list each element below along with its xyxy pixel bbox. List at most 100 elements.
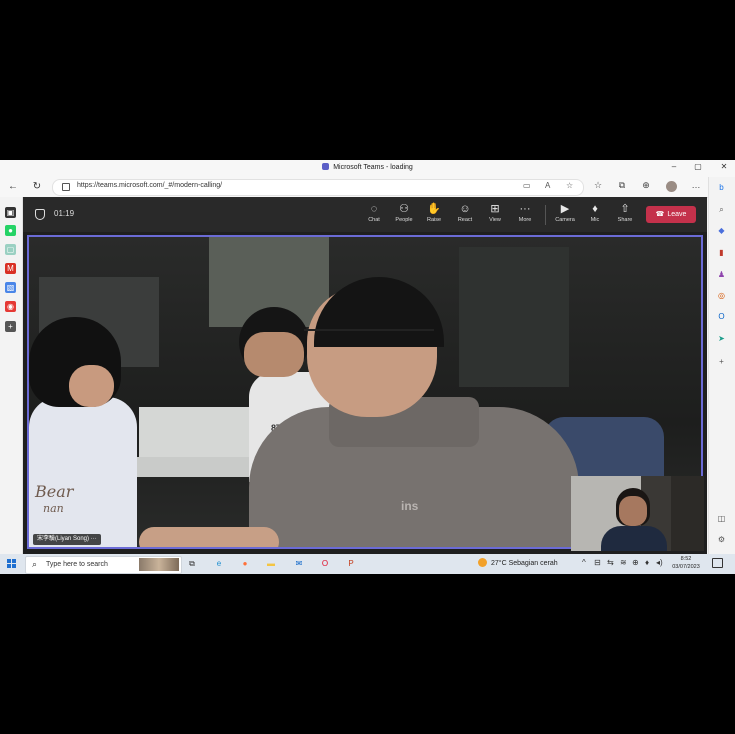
chat-button[interactable]: ◌ Chat — [360, 203, 388, 223]
phone-hangup-icon: ☎ — [655, 211, 665, 218]
lock-icon — [62, 183, 70, 191]
volume-icon[interactable]: ◂) — [656, 558, 663, 567]
network-icon[interactable]: ≋ — [620, 558, 627, 567]
view-label: View — [489, 217, 501, 223]
profile-avatar[interactable] — [666, 181, 677, 192]
url-text: https://teams.microsoft.com/_#/modern-ca… — [77, 182, 223, 189]
restore-button[interactable]: ▢ — [691, 162, 705, 171]
more-options-icon[interactable]: … — [689, 180, 703, 190]
settings-icon[interactable]: ⚙ — [716, 534, 727, 545]
mic-button[interactable]: ♦ Mic — [581, 203, 609, 223]
show-hidden-icons[interactable]: ^ — [582, 558, 586, 567]
participant-name-tag[interactable]: 宋李驗(Liyan Song) ··· — [33, 534, 101, 545]
close-button[interactable]: ✕ — [717, 162, 731, 171]
opera-icon[interactable]: O — [319, 558, 331, 570]
participant-more-icon[interactable]: ··· — [91, 536, 97, 542]
notification-icon[interactable] — [712, 558, 723, 568]
share-button[interactable]: ⇧ Share — [611, 203, 639, 223]
windows-start-icon[interactable] — [7, 559, 16, 568]
tabs-icon[interactable]: ▣ — [5, 207, 16, 218]
gmail-icon[interactable]: M — [5, 263, 16, 274]
windows-taskbar: ⌕ Type here to search ⧉ e ● ▬ ✉ O P 27°C… — [0, 554, 735, 574]
clock-date: 03/07/2023 — [672, 564, 700, 570]
translate-icon[interactable]: ▧ — [5, 282, 16, 293]
collections-icon[interactable]: ⧉ — [615, 180, 629, 191]
people-icon: ⚇ — [399, 203, 409, 215]
whatsapp-icon[interactable]: ● — [5, 225, 16, 236]
leave-button[interactable]: ☎ Leave — [646, 206, 696, 223]
microphone-tray-icon[interactable]: ♦ — [645, 558, 649, 567]
camera-button[interactable]: ▶ Camera — [551, 203, 579, 223]
search-highlight-image — [139, 558, 179, 571]
view-button[interactable]: ⊞ View — [481, 203, 509, 223]
camera-indicator-icon[interactable]: ▭ — [523, 181, 531, 190]
window-title-text: Microsoft Teams - loading — [333, 164, 413, 171]
office-icon[interactable]: ◎ — [716, 290, 727, 301]
bing-icon[interactable]: b — [716, 182, 727, 193]
video-shirt-print-2: nan — [43, 502, 64, 515]
teams-logo-icon — [322, 163, 330, 170]
call-controls-bar: 01:19 ◌ Chat ⚇ People ✋ Raise ☺ React ⊞ … — [23, 197, 707, 232]
games-icon[interactable]: ♟ — [716, 269, 727, 280]
people-button[interactable]: ⚇ People — [390, 203, 418, 223]
split-screen-icon[interactable]: ◫ — [716, 513, 727, 524]
clock-time: 8:52 — [680, 556, 692, 562]
raise-label: Raise — [426, 217, 442, 223]
more-button[interactable]: ··· More — [511, 203, 539, 223]
browser-titlebar: Microsoft Teams - loading – ▢ ✕ — [0, 160, 735, 177]
read-aloud-icon[interactable]: A — [545, 181, 550, 190]
screen: Microsoft Teams - loading – ▢ ✕ ← ↻ http… — [0, 160, 735, 574]
file-explorer-icon[interactable]: ▬ — [265, 558, 277, 570]
record-icon[interactable]: ◉ — [5, 301, 16, 312]
tray-update-icon[interactable]: ⊕ — [632, 558, 639, 567]
add-icon[interactable]: + — [716, 356, 727, 367]
firefox-icon[interactable]: ● — [239, 558, 251, 570]
self-video-body — [601, 526, 667, 551]
chat-icon: ◌ — [370, 203, 378, 215]
search-placeholder: Type here to search — [46, 561, 108, 568]
tag-icon[interactable]: ◆ — [716, 225, 727, 236]
back-button[interactable]: ← — [6, 180, 20, 194]
video-hand — [139, 527, 279, 547]
powerpoint-icon[interactable]: P — [345, 558, 357, 570]
call-timer: 01:19 — [54, 209, 75, 218]
outlook-icon[interactable]: O — [716, 311, 727, 322]
self-video-preview[interactable] — [571, 476, 704, 551]
video-person-middle-face — [244, 332, 304, 377]
add-icon[interactable]: + — [5, 321, 16, 332]
raise-hand-button[interactable]: ✋ Raise — [420, 203, 448, 223]
favorite-star-icon[interactable]: ☆ — [566, 181, 573, 190]
refresh-button[interactable]: ↻ — [30, 180, 44, 194]
video-table — [124, 457, 254, 477]
ellipsis-icon: ··· — [519, 203, 531, 215]
video-person-left-face — [69, 365, 114, 407]
video-shirt-logo: ins — [401, 499, 419, 513]
briefcase-icon[interactable]: ▮ — [716, 247, 727, 258]
mail-icon[interactable]: ✉ — [293, 558, 305, 570]
video-white-box — [139, 407, 249, 462]
favorites-icon[interactable]: ☆ — [591, 180, 605, 191]
video-person-left-body — [29, 397, 137, 547]
react-button[interactable]: ☺ React — [451, 203, 479, 223]
search-icon[interactable]: ⌕ — [716, 204, 727, 215]
right-sidebar: b ⌕ ◆ ▮ ♟ ◎ O ➤ + ◫ ⚙ — [708, 177, 735, 554]
toolbar-divider — [545, 205, 546, 225]
app-icon[interactable]: ▢ — [5, 244, 16, 255]
address-bar[interactable]: https://teams.microsoft.com/_#/modern-ca… — [52, 179, 584, 196]
participant-name: 宋李驗(Liyan Song) — [37, 536, 90, 542]
minimize-button[interactable]: – — [667, 162, 681, 171]
extensions-icon[interactable]: ⊕ — [639, 180, 653, 191]
weather-widget[interactable]: 27°C Sebagian cerah — [478, 558, 558, 567]
weather-text: 27°C Sebagian cerah — [491, 560, 558, 567]
browser-toolbar: ← ↻ https://teams.microsoft.com/_#/moder… — [0, 177, 735, 198]
taskbar-clock[interactable]: 8:52 03/07/2023 — [667, 555, 705, 571]
taskbar-search-box[interactable]: ⌕ Type here to search — [25, 556, 182, 574]
tray-app-icon[interactable]: ⊟ — [594, 558, 601, 567]
shield-icon — [35, 209, 45, 220]
mic-label: Mic — [590, 217, 600, 223]
search-icon: ⌕ — [32, 559, 38, 569]
send-icon[interactable]: ➤ — [716, 333, 727, 344]
edge-icon[interactable]: e — [213, 558, 225, 570]
tray-sync-icon[interactable]: ⇆ — [607, 558, 614, 567]
task-view-icon[interactable]: ⧉ — [186, 558, 198, 570]
